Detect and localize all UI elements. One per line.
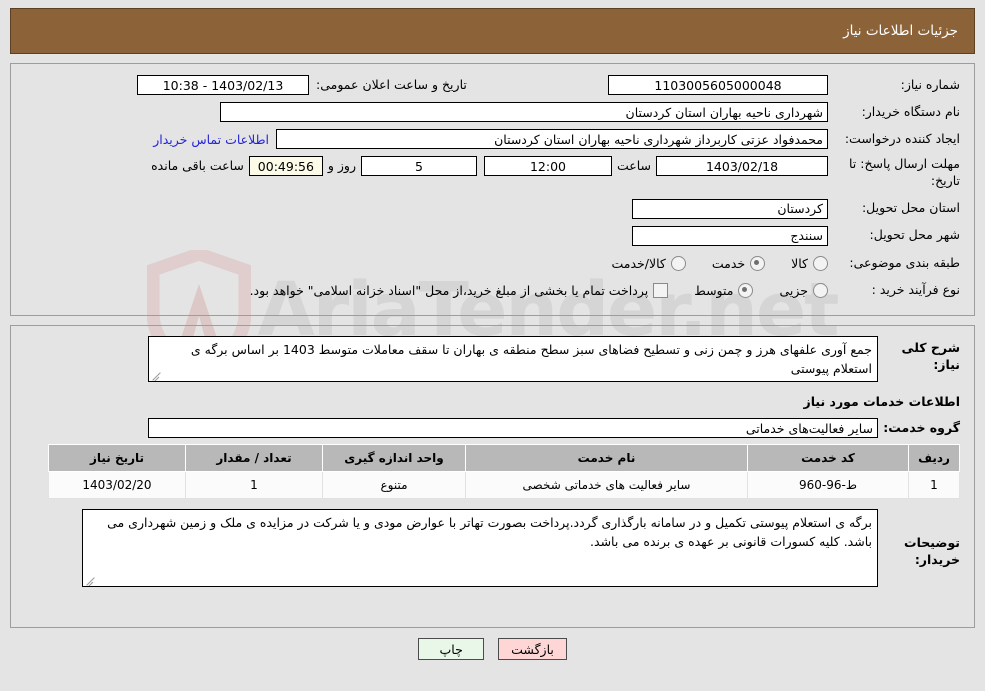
service-group-value: سایر فعالیت‌های خدماتی [148, 418, 878, 438]
th-service-name: نام خدمت [465, 444, 748, 472]
countdown-timer: 00:49:56 [248, 156, 323, 176]
resize-grip-icon [85, 574, 96, 585]
category-label: طبقه بندی موضوعی: [849, 255, 960, 271]
process-option-motevaset[interactable]: متوسط [694, 283, 754, 299]
need-number-label: شماره نیاز: [900, 76, 960, 92]
th-quantity: تعداد / مقدار [185, 444, 323, 472]
need-details-panel: شرح کلی نیاز: جمع آوری علفهای هرز و چمن … [10, 325, 975, 628]
table-header-row: ردیف کد خدمت نام خدمت واحد اندازه گیری ت… [48, 444, 960, 472]
radio-icon-kala[interactable] [813, 256, 828, 272]
th-need-date: تاریخ نیاز [48, 444, 186, 472]
row-process-type: نوع فرآیند خرید : جزیی متوسط پرداخت تمام… [25, 280, 960, 302]
services-table: ردیف کد خدمت نام خدمت واحد اندازه گیری ت… [48, 444, 960, 499]
announce-datetime-value: 1403/02/13 - 10:38 [137, 75, 309, 95]
deadline-label: مهلت ارسال پاسخ: تا تاریخ: [849, 156, 960, 188]
radio-icon-khedmat[interactable] [750, 256, 766, 272]
th-row-no: ردیف [908, 444, 960, 472]
category-option-kala-khedmat[interactable]: کالا/خدمت [611, 256, 686, 272]
row-service-group: گروه خدمت: سایر فعالیت‌های خدماتی [25, 417, 960, 439]
footer-actions: بازگشت چاپ [0, 638, 985, 660]
need-number-value: 1103005605000048 [608, 75, 828, 95]
need-info-panel: شماره نیاز: 1103005605000048 تاریخ و ساع… [10, 63, 975, 316]
category-option-kala-label: کالا [791, 256, 808, 272]
buyer-notes-textarea[interactable]: برگه ی استعلام پیوستی تکمیل و در سامانه … [82, 509, 878, 587]
creator-value: محمدفواد عزتی کاربرداز شهرداری ناحیه بها… [276, 129, 828, 149]
buyer-org-value: شهرداری ناحیه بهاران استان کردستان [220, 102, 828, 122]
deadline-time-label: ساعت [616, 158, 651, 173]
announce-datetime-label: تاریخ و ساعت اعلان عمومی: [316, 76, 467, 92]
radio-icon-jozi[interactable] [813, 283, 828, 299]
cell-unit: متنوع [322, 471, 466, 499]
row-buyer-org: نام دستگاه خریدار: شهرداری ناحیه بهاران … [25, 101, 960, 123]
process-option-motevaset-label: متوسط [694, 283, 734, 299]
row-need-number: شماره نیاز: 1103005605000048 تاریخ و ساع… [25, 74, 960, 96]
deadline-time-value: 12:00 [483, 156, 612, 176]
category-option-khedmat-label: خدمت [711, 256, 746, 272]
row-creator: ایجاد کننده درخواست: محمدفواد عزتی کاربر… [25, 128, 960, 150]
row-deadline: مهلت ارسال پاسخ: تا تاریخ: 1403/02/18 سا… [25, 155, 960, 190]
cell-row-no: 1 [908, 471, 960, 499]
row-description: شرح کلی نیاز: جمع آوری علفهای هرز و چمن … [25, 336, 960, 382]
city-value: سنندج [632, 225, 828, 246]
th-service-code: کد خدمت [747, 444, 909, 472]
description-textarea[interactable]: جمع آوری علفهای هرز و چمن زنی و تسطیح فض… [148, 336, 878, 382]
treasury-bond-label: پرداخت تمام یا بخشی از مبلغ خرید،از محل … [249, 283, 649, 299]
process-option-jozi[interactable]: جزیی [779, 283, 828, 299]
category-option-kala-khedmat-label: کالا/خدمت [611, 256, 666, 272]
days-remaining-value: 5 [360, 156, 477, 176]
buyer-org-label: نام دستگاه خریدار: [861, 103, 960, 119]
countdown-label: ساعت باقی مانده [151, 158, 244, 173]
th-unit: واحد اندازه گیری [322, 444, 466, 472]
description-label: شرح کلی نیاز: [901, 340, 960, 372]
row-province: استان محل تحویل: کردستان [25, 198, 960, 220]
page-root: AriaTender.net جزئیات اطلاعات نیاز شماره… [0, 0, 985, 691]
category-option-khedmat[interactable]: خدمت [711, 256, 766, 272]
cell-service-code: ط-96-960 [747, 471, 909, 499]
buyer-notes-label: توضیحات خریدار: [904, 535, 960, 567]
deadline-date-value: 1403/02/18 [656, 156, 828, 176]
service-group-label: گروه خدمت: [883, 419, 960, 435]
cell-need-date: 1403/02/20 [48, 471, 186, 499]
row-buyer-notes: توضیحات خریدار: برگه ی استعلام پیوستی تک… [25, 509, 960, 587]
province-value: کردستان [632, 198, 828, 219]
process-option-jozi-label: جزیی [779, 283, 808, 299]
page-title: جزئیات اطلاعات نیاز [843, 23, 958, 39]
page-header: جزئیات اطلاعات نیاز [10, 8, 975, 54]
back-button[interactable]: بازگشت [498, 638, 567, 660]
radio-icon-motevaset[interactable] [738, 283, 754, 299]
province-label: استان محل تحویل: [861, 200, 960, 216]
treasury-bond-option[interactable]: پرداخت تمام یا بخشی از مبلغ خرید،از محل … [249, 283, 669, 299]
resize-grip-icon [151, 369, 162, 380]
checkbox-icon-treasury[interactable] [653, 283, 669, 299]
row-city: شهر محل تحویل: سنندج [25, 225, 960, 247]
cell-quantity: 1 [185, 471, 323, 499]
buyer-contact-link[interactable]: اطلاعات تماس خریدار [153, 132, 269, 147]
row-category: طبقه بندی موضوعی: کالا خدمت کالا/خدمت [25, 253, 960, 275]
city-label: شهر محل تحویل: [869, 227, 960, 243]
days-remaining-label: روز و [327, 158, 356, 173]
cell-service-name: سایر فعالیت های خدماتی شخصی [465, 471, 748, 499]
radio-icon-kala-khedmat[interactable] [670, 256, 686, 272]
category-option-kala[interactable]: کالا [791, 256, 828, 272]
process-label: نوع فرآیند خرید : [871, 282, 960, 298]
services-section-heading: اطلاعات خدمات مورد نیاز [803, 394, 961, 409]
table-row: 1 ط-96-960 سایر فعالیت های خدماتی شخصی م… [48, 471, 960, 499]
print-button[interactable]: چاپ [418, 638, 485, 660]
creator-label: ایجاد کننده درخواست: [844, 130, 960, 146]
